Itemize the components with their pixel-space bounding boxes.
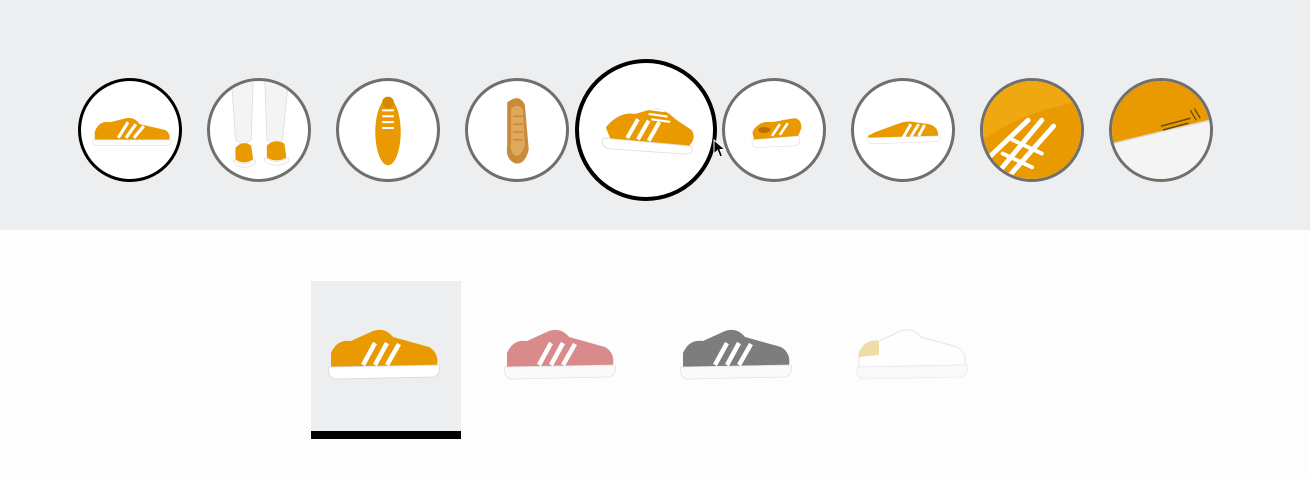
colorway-selector [311, 281, 991, 439]
colorway-swatch-4[interactable] [839, 281, 989, 431]
shoe-sole-view-icon [506, 98, 529, 164]
colorway-swatch-3[interactable] [663, 281, 813, 431]
mouse-pointer-icon [713, 139, 727, 158]
gallery-thumb-9[interactable] [1109, 78, 1213, 182]
shoe-laces-closeup-icon [983, 81, 1081, 179]
colorway-swatch-1[interactable] [311, 281, 461, 439]
shoe-top-view-icon [375, 96, 401, 166]
gallery-thumb-3[interactable] [336, 78, 440, 182]
gallery-thumb-6[interactable] [722, 78, 826, 182]
colorway-swatch-2[interactable] [487, 281, 637, 431]
selected-indicator [311, 431, 461, 439]
shoe-colorway-icon [680, 329, 792, 380]
gallery-thumb-8[interactable] [980, 78, 1084, 182]
shoe-heel-logo-closeup-icon [1112, 81, 1210, 179]
gallery-thumb-1[interactable] [78, 78, 182, 182]
gallery-thumb-7[interactable] [851, 78, 955, 182]
gallery-thumb-2[interactable] [207, 78, 311, 182]
shoe-back-view-icon [751, 118, 802, 148]
gallery-thumb-5[interactable] [575, 59, 717, 201]
shoe-colorway-icon [856, 329, 968, 380]
shoe-on-feet-icon [231, 81, 289, 168]
shoe-colorway-icon [328, 329, 440, 380]
shoe-colorway-icon [504, 329, 616, 380]
shoe-angled-view-icon [602, 107, 694, 155]
shoe-side-view-icon [92, 117, 172, 146]
image-gallery-bar [0, 0, 1310, 230]
gallery-thumb-4[interactable] [465, 78, 569, 182]
shoe-medial-view-icon [866, 121, 941, 145]
